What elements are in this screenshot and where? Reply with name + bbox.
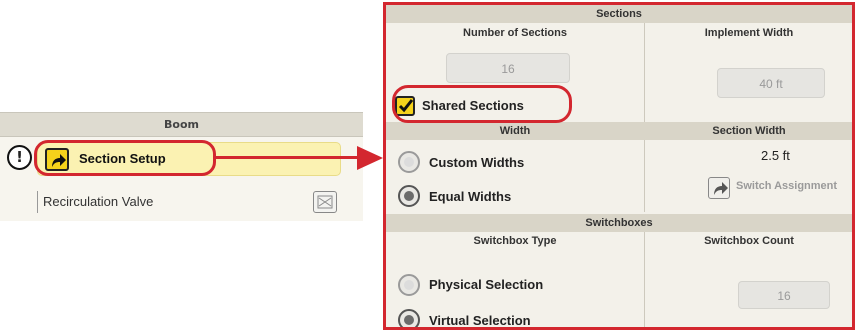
physical-selection-label: Physical Selection xyxy=(429,277,544,292)
callout-connector-line xyxy=(214,156,364,159)
section-setup-callout xyxy=(34,140,216,176)
recirculation-valve-row[interactable]: Recirculation Valve xyxy=(0,185,363,219)
width-header-bar: Width Section Width xyxy=(386,122,852,140)
switch-assignment-arrow-icon xyxy=(708,177,730,199)
sections-header: Sections xyxy=(386,5,852,23)
boom-header: Boom xyxy=(0,113,363,137)
custom-widths-radio[interactable] xyxy=(398,151,420,173)
switchbox-count-header: Switchbox Count xyxy=(704,235,794,247)
row-indent-bar xyxy=(37,191,38,213)
section-width-header: Section Width xyxy=(712,125,786,137)
recirculation-valve-label: Recirculation Valve xyxy=(43,194,154,209)
switchboxes-header: Switchboxes xyxy=(386,214,852,232)
switchbox-type-header: Switchbox Type xyxy=(473,235,557,247)
number-of-sections-header: Number of Sections xyxy=(463,27,567,39)
warning-icon[interactable]: ! xyxy=(7,145,32,170)
custom-widths-label: Custom Widths xyxy=(429,155,525,170)
switch-assignment-button[interactable]: Switch Assignment xyxy=(708,176,848,200)
width-header: Width xyxy=(499,125,531,137)
number-of-sections-field: 16 xyxy=(446,53,570,83)
switchbox-count-field: 16 xyxy=(738,281,830,309)
column-divider xyxy=(644,232,645,327)
section-width-value: 2.5 ft xyxy=(761,148,790,163)
virtual-selection-radio[interactable] xyxy=(398,309,420,327)
virtual-selection-label: Virtual Selection xyxy=(429,313,531,328)
column-divider xyxy=(644,23,645,122)
equal-widths-radio[interactable] xyxy=(398,185,420,207)
shared-sections-callout xyxy=(392,85,572,123)
section-setup-panel: Sections Number of Sections Implement Wi… xyxy=(383,2,855,330)
switch-assignment-label: Switch Assignment xyxy=(736,180,838,192)
implement-width-header: Implement Width xyxy=(704,27,794,39)
physical-selection-radio[interactable] xyxy=(398,274,420,296)
equal-widths-label: Equal Widths xyxy=(429,189,512,204)
implement-width-field: 40 ft xyxy=(717,68,825,98)
column-divider xyxy=(644,140,645,212)
recirculation-valve-icon[interactable] xyxy=(313,191,337,213)
callout-arrowhead xyxy=(357,146,383,170)
